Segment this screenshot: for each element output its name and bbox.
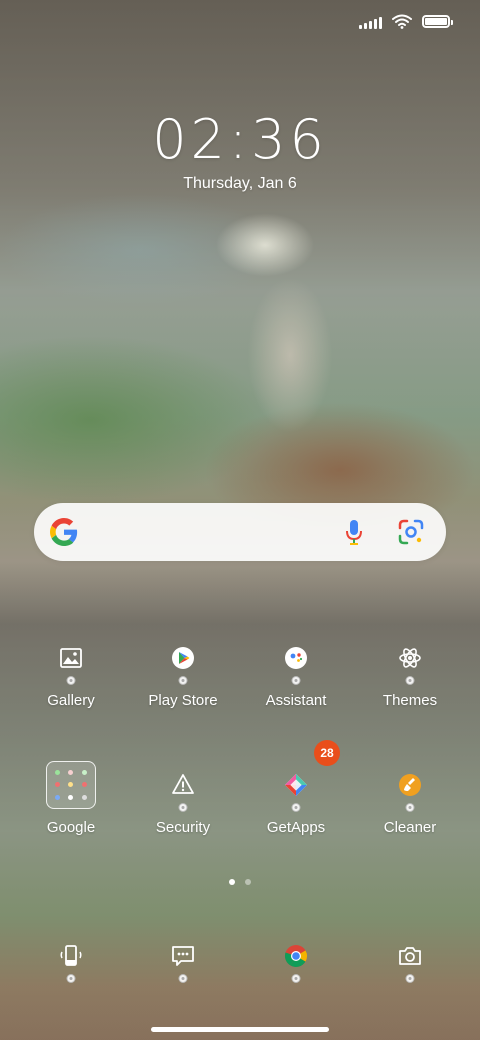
gallery-icon	[60, 648, 82, 668]
app-cleaner[interactable]: Cleaner	[354, 755, 466, 836]
app-gallery[interactable]: Gallery	[15, 628, 127, 709]
clock-date[interactable]: Thursday, Jan 6	[0, 175, 480, 193]
app-getapps[interactable]: GetApps	[240, 755, 352, 836]
status-bar	[359, 14, 453, 29]
play-store-icon	[172, 647, 194, 669]
app-play-store[interactable]: Play Store	[127, 628, 239, 709]
app-label: Themes	[382, 692, 438, 709]
themes-icon	[399, 648, 421, 668]
cleaner-icon	[399, 774, 421, 796]
download-progress-icon	[66, 974, 76, 983]
home-gesture-bar[interactable]	[151, 1027, 329, 1032]
dock-chrome[interactable]	[240, 926, 352, 986]
app-label: Cleaner	[383, 819, 437, 836]
assistant-icon	[285, 647, 307, 669]
dock-phone[interactable]	[15, 926, 127, 986]
google-lens-icon[interactable]	[398, 519, 424, 545]
app-label: GetApps	[266, 819, 326, 836]
app-security[interactable]: Security	[127, 755, 239, 836]
getapps-icon	[285, 774, 307, 796]
download-progress-icon	[66, 676, 76, 685]
battery-icon	[422, 15, 453, 28]
app-label: Assistant	[265, 692, 327, 709]
app-label: Gallery	[47, 692, 95, 709]
download-progress-icon	[178, 676, 188, 685]
page-dot[interactable]	[245, 879, 251, 885]
clock-time[interactable]: 02:36	[0, 108, 480, 171]
dock-messages[interactable]	[127, 926, 239, 986]
dock-camera[interactable]	[354, 926, 466, 986]
app-themes[interactable]: Themes	[354, 628, 466, 709]
signal-icon	[359, 15, 382, 29]
camera-icon	[399, 947, 421, 965]
download-progress-icon	[405, 974, 415, 983]
download-progress-icon	[178, 974, 188, 983]
download-progress-icon	[291, 676, 301, 685]
page-dot-active[interactable]	[229, 879, 235, 885]
download-progress-icon	[178, 803, 188, 812]
download-progress-icon	[291, 974, 301, 983]
download-progress-icon	[291, 803, 301, 812]
download-progress-icon	[405, 676, 415, 685]
app-label: Google	[46, 819, 96, 836]
app-label: Security	[155, 819, 211, 836]
messages-icon	[172, 946, 194, 966]
app-label: Play Store	[148, 692, 218, 709]
phone-icon	[60, 945, 82, 966]
download-progress-icon	[405, 803, 415, 812]
google-search-bar[interactable]	[34, 503, 446, 561]
security-icon	[172, 774, 194, 794]
folder-icon	[46, 761, 96, 809]
chrome-icon	[284, 945, 307, 967]
wifi-icon	[392, 14, 412, 29]
app-assistant[interactable]: Assistant	[240, 628, 352, 709]
page-indicator[interactable]	[0, 879, 480, 885]
microphone-icon[interactable]	[344, 519, 364, 547]
app-folder-google[interactable]: Google	[15, 755, 127, 836]
google-logo-icon	[50, 518, 78, 546]
notification-badge: 28	[314, 740, 340, 766]
